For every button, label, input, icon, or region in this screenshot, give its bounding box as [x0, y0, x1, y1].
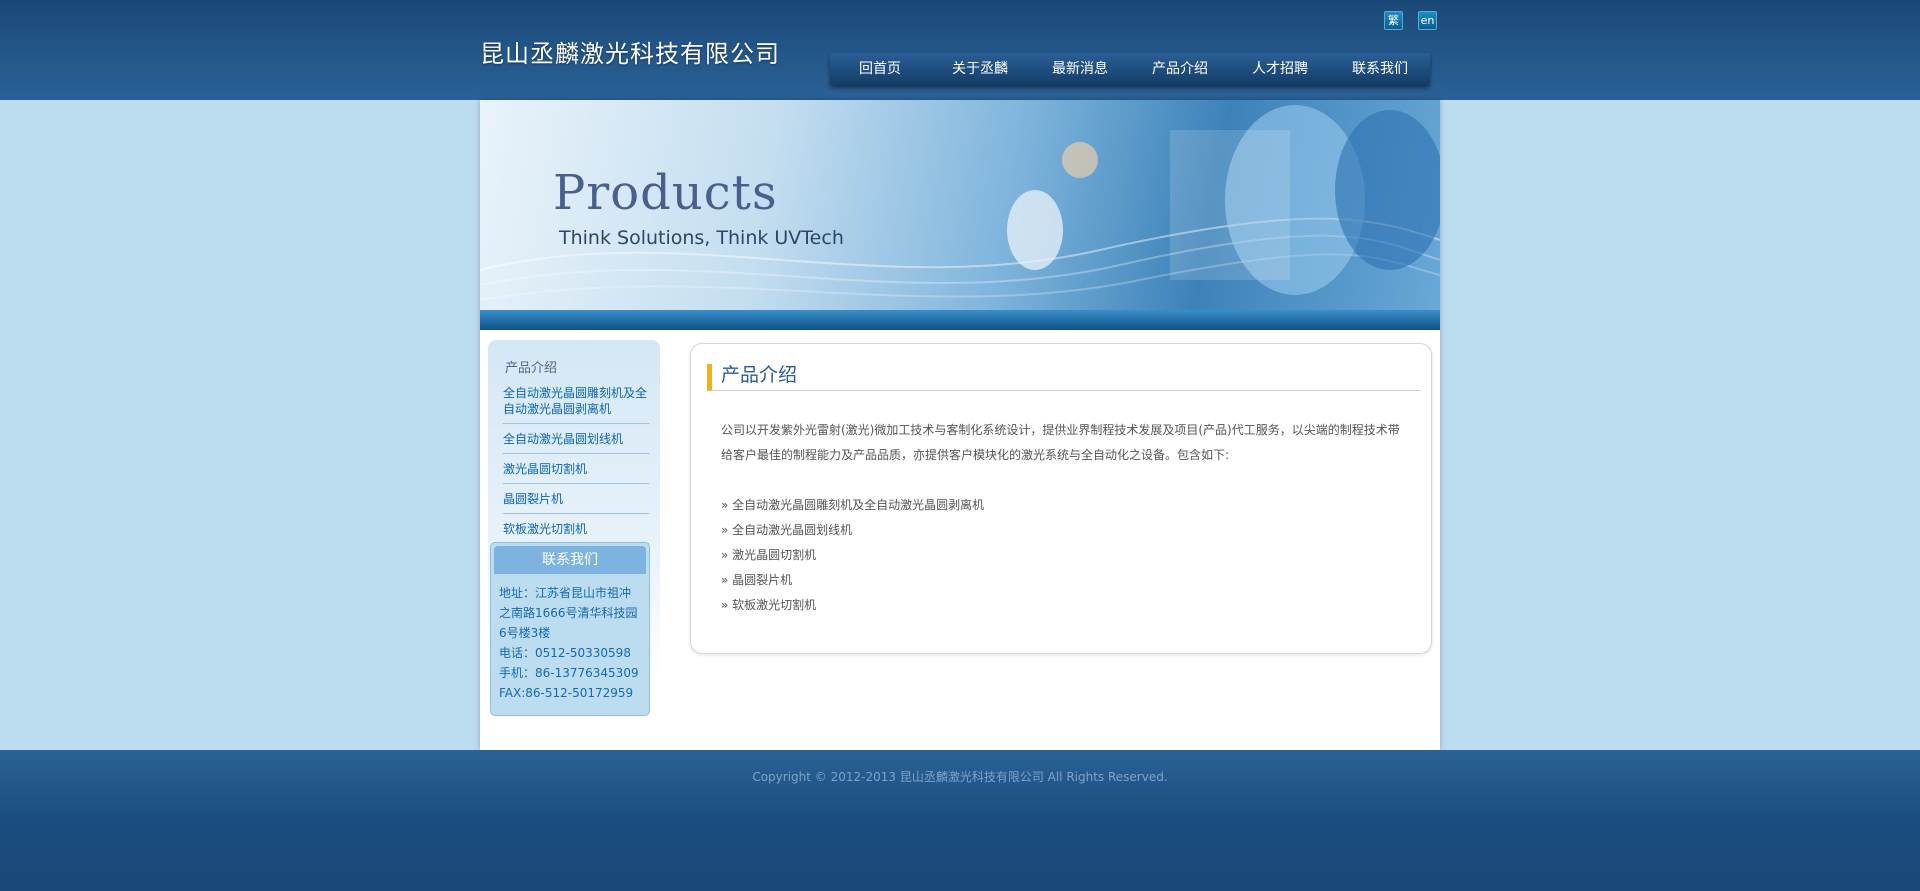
nav-contact[interactable]: 联系我们 — [1330, 53, 1430, 85]
content-panel: 产品介绍 公司以开发紫外光雷射(激光)微加工技术与客制化系统设计，提供业界制程技… — [690, 343, 1432, 654]
sidebar-item-cutting[interactable]: 激光晶圆切割机 — [503, 458, 649, 484]
product-item[interactable]: » 全自动激光晶圆雕刻机及全自动激光晶圆剥离机 — [721, 493, 984, 518]
main-nav: 回首页 关于丞麟 最新消息 产品介绍 人才招聘 联系我们 — [830, 53, 1430, 85]
banner-subtitle: Think Solutions, Think UVTech — [559, 227, 844, 249]
banner-title: Products — [553, 165, 778, 221]
sidebar-item-scribing[interactable]: 全自动激光晶圆划线机 — [503, 428, 649, 454]
lang-english-button[interactable]: en — [1418, 11, 1437, 30]
nav-products[interactable]: 产品介绍 — [1130, 53, 1230, 85]
copyright-text: Copyright © 2012-2013 昆山丞麟激光科技有限公司 All R… — [752, 770, 1168, 784]
content-title: 产品介绍 — [707, 364, 1421, 391]
site-logo[interactable]: 昆山丞麟激光科技有限公司 — [480, 34, 780, 69]
page-container: Products Think Solutions, Think UVTech 产… — [480, 100, 1440, 750]
contact-mobile: 手机：86-13776345309 — [499, 666, 639, 680]
nav-home[interactable]: 回首页 — [830, 53, 930, 85]
nav-careers[interactable]: 人才招聘 — [1230, 53, 1330, 85]
content-description: 公司以开发紫外光雷射(激光)微加工技术与客制化系统设计，提供业界制程技术发展及项… — [721, 423, 1400, 462]
sidebar-item-engraving[interactable]: 全自动激光晶圆雕刻机及全自动激光晶圆剥离机 — [503, 382, 649, 424]
products-banner: Products Think Solutions, Think UVTech — [480, 100, 1440, 330]
sidebar-product-list: 全自动激光晶圆雕刻机及全自动激光晶圆剥离机 全自动激光晶圆划线机 激光晶圆切割机… — [503, 382, 649, 548]
lang-traditional-button[interactable]: 繁 — [1384, 11, 1403, 30]
site-header: 昆山丞麟激光科技有限公司 繁 en 回首页 关于丞麟 最新消息 产品介绍 人才招… — [0, 0, 1920, 100]
sidebar-item-flex-cutting[interactable]: 软板激光切割机 — [503, 518, 649, 544]
product-item[interactable]: » 软板激光切割机 — [721, 593, 984, 618]
contact-phone: 电话：0512-50330598 — [499, 646, 631, 660]
product-item[interactable]: » 晶圆裂片机 — [721, 568, 984, 593]
sidebar-title: 产品介绍 — [505, 361, 558, 376]
nav-news[interactable]: 最新消息 — [1030, 53, 1130, 85]
banner-strip — [480, 310, 1440, 330]
contact-address: 地址：江苏省昆山市祖冲之南路1666号清华科技园6号楼3楼 — [499, 586, 638, 640]
product-item[interactable]: » 激光晶圆切割机 — [721, 543, 984, 568]
nav-about[interactable]: 关于丞麟 — [930, 53, 1030, 85]
sidebar-item-breaking[interactable]: 晶圆裂片机 — [503, 488, 649, 514]
site-footer: Copyright © 2012-2013 昆山丞麟激光科技有限公司 All R… — [0, 750, 1920, 891]
contact-fax: FAX:86-512-50172959 — [499, 686, 634, 700]
contact-box: 联系我们 地址：江苏省昆山市祖冲之南路1666号清华科技园6号楼3楼 电话：05… — [490, 542, 650, 716]
contact-details: 地址：江苏省昆山市祖冲之南路1666号清华科技园6号楼3楼 电话：0512-50… — [491, 577, 649, 709]
product-item[interactable]: » 全自动激光晶圆划线机 — [721, 518, 984, 543]
product-list: » 全自动激光晶圆雕刻机及全自动激光晶圆剥离机 » 全自动激光晶圆划线机 » 激… — [721, 493, 984, 618]
contact-title: 联系我们 — [494, 546, 646, 574]
